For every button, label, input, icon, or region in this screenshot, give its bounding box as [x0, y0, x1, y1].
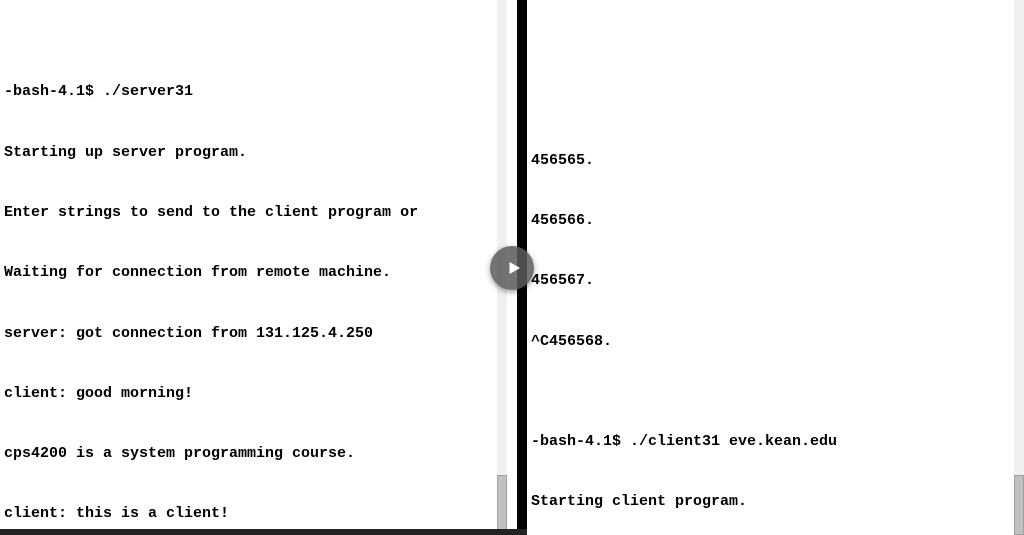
terminal-line: 456567.	[531, 271, 1020, 291]
terminal-line: ^C456568.	[531, 332, 1020, 352]
left-terminal-output: -bash-4.1$ ./server31 Starting up server…	[4, 42, 513, 535]
right-terminal-output: 456565. 456566. 456567. ^C456568. -bash-…	[531, 110, 1020, 535]
bottom-artifact	[0, 529, 527, 535]
terminal-line: client: this is a client!	[4, 504, 513, 524]
terminal-line: 456565.	[531, 151, 1020, 171]
terminal-line: cps4200 is a system programming course.	[4, 444, 513, 464]
right-terminal[interactable]: tm tm by 456565. 456566. 456567. ^C45656…	[527, 0, 1024, 535]
right-scrollbar[interactable]	[1014, 0, 1024, 535]
terminal-line: Enter strings to send to the client prog…	[4, 203, 513, 223]
terminal-line: -bash-4.1$ ./server31	[4, 82, 513, 102]
terminal-line: -bash-4.1$ ./client31 eve.kean.edu	[531, 432, 1020, 452]
scrollbar-thumb[interactable]	[1014, 475, 1024, 535]
play-button[interactable]	[490, 246, 534, 290]
terminal-line: Starting up server program.	[4, 143, 513, 163]
terminal-line: Starting client program.	[531, 492, 1020, 512]
terminal-line: server: got connection from 131.125.4.25…	[4, 324, 513, 344]
play-icon	[505, 259, 523, 277]
left-terminal[interactable]: -bash-4.1$ ./server31 Starting up server…	[0, 0, 527, 535]
terminal-line: Waiting for connection from remote machi…	[4, 263, 513, 283]
terminal-line: client: good morning!	[4, 384, 513, 404]
scrollbar-thumb[interactable]	[497, 475, 507, 535]
terminal-line: 456566.	[531, 211, 1020, 231]
